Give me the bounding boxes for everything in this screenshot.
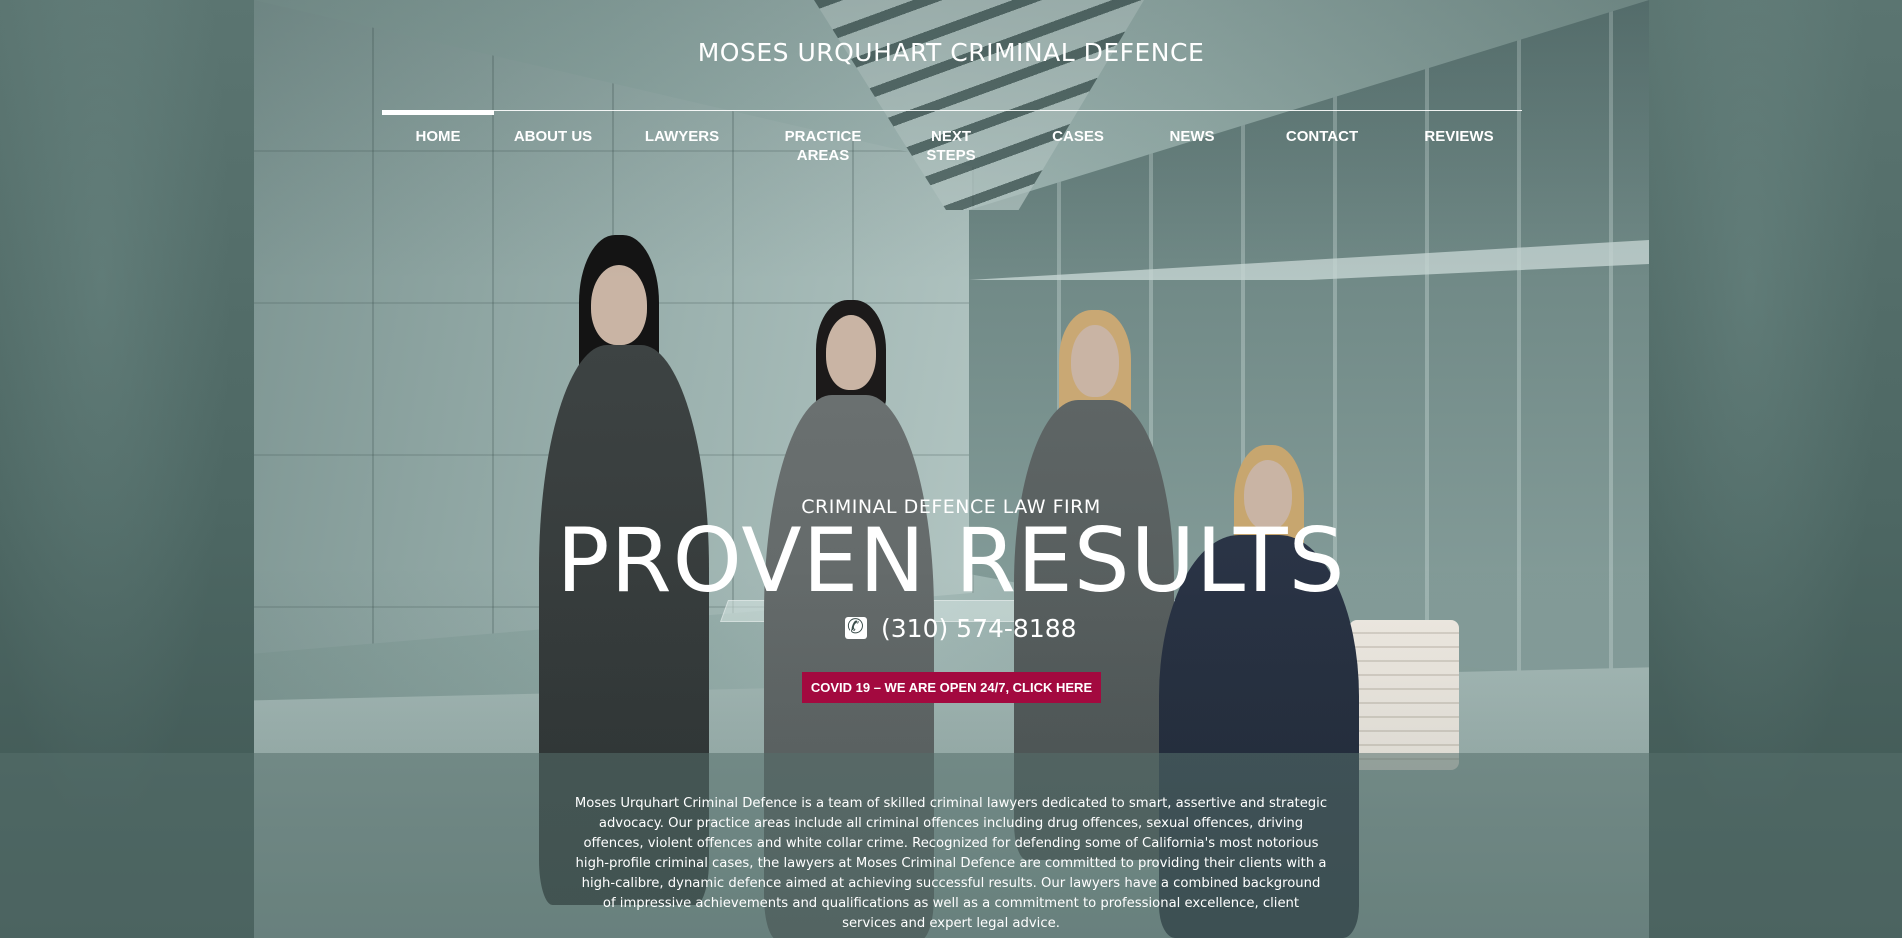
nav-item-lawyers[interactable]: LAWYERS [644, 127, 720, 146]
main-nav: HOME ABOUT US LAWYERS PRACTICE AREAS NEX… [382, 110, 1522, 171]
nav-item-reviews[interactable]: REVIEWS [1412, 127, 1506, 146]
phone-link[interactable]: (310) 574-8188 [845, 612, 1077, 644]
phone-number: (310) 574-8188 [881, 613, 1077, 643]
nav-item-next-steps[interactable]: NEXT STEPS [922, 127, 980, 165]
phone-icon [845, 614, 867, 639]
site-title[interactable]: MOSES URQUHART CRIMINAL DEFENCE [0, 38, 1902, 67]
nav-item-contact[interactable]: CONTACT [1275, 127, 1369, 146]
hero-headline: PROVEN RESULTS [556, 509, 1346, 612]
nav-item-practice-areas[interactable]: PRACTICE AREAS [782, 127, 864, 165]
page: MOSES URQUHART CRIMINAL DEFENCE HOME ABO… [0, 0, 1902, 938]
intro-paragraph: Moses Urquhart Criminal Defence is a tea… [574, 796, 1328, 931]
nav-item-news[interactable]: NEWS [1162, 127, 1222, 146]
nav-item-about-us[interactable]: ABOUT US [512, 127, 594, 146]
nav-item-cases[interactable]: CASES [1042, 127, 1114, 146]
covid-notice-button[interactable]: COVID 19 – WE ARE OPEN 24/7, CLICK HERE [802, 672, 1101, 703]
nav-item-home[interactable]: HOME [382, 110, 494, 146]
